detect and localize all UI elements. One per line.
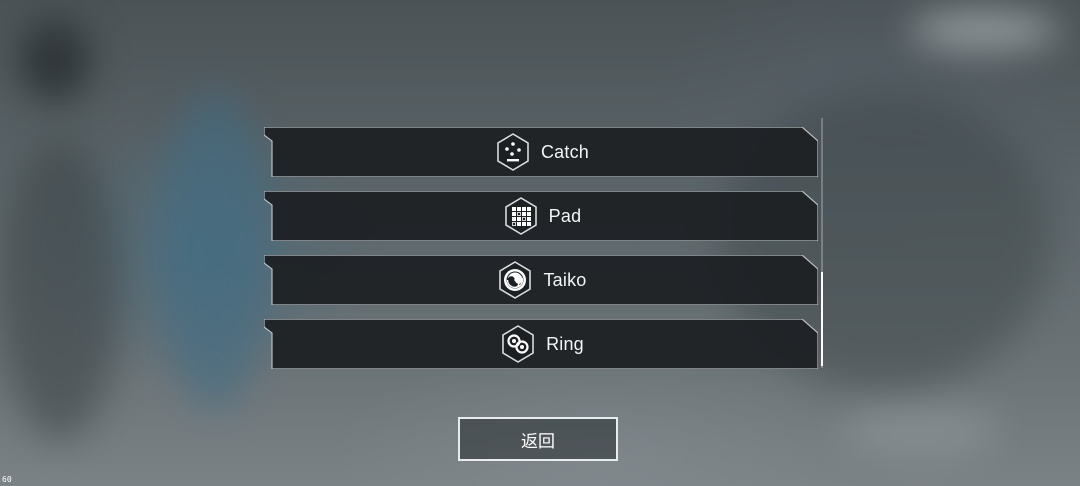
mode-label: Taiko bbox=[543, 269, 587, 290]
mode-item-catch[interactable]: Catch bbox=[264, 127, 818, 177]
mode-item-ring[interactable]: Ring bbox=[264, 319, 818, 369]
background-blur bbox=[910, 10, 1060, 50]
game-screen: Catch Pad Taiko Ring 返回 60 bbox=[0, 0, 1080, 486]
mode-item-taiko[interactable]: Taiko bbox=[264, 255, 818, 305]
background-blur bbox=[0, 140, 120, 440]
taiko-mode-icon bbox=[495, 260, 535, 300]
mode-label: Catch bbox=[540, 141, 590, 162]
ring-mode-icon bbox=[498, 324, 538, 364]
mode-label: Pad bbox=[548, 205, 582, 226]
pad-mode-icon bbox=[501, 196, 541, 236]
mode-item-pad[interactable]: Pad bbox=[264, 191, 818, 241]
catch-mode-icon bbox=[493, 132, 533, 172]
mode-list-scrollbar[interactable] bbox=[821, 118, 823, 368]
mode-list: Catch Pad Taiko Ring bbox=[264, 127, 818, 383]
mode-label: Ring bbox=[546, 333, 584, 354]
fps-counter: 60 bbox=[2, 475, 12, 484]
background-blur bbox=[840, 400, 1000, 460]
background-blur bbox=[20, 20, 90, 100]
scrollbar-thumb[interactable] bbox=[821, 272, 823, 366]
back-button[interactable]: 返回 bbox=[458, 417, 618, 461]
background-blur bbox=[160, 90, 270, 410]
